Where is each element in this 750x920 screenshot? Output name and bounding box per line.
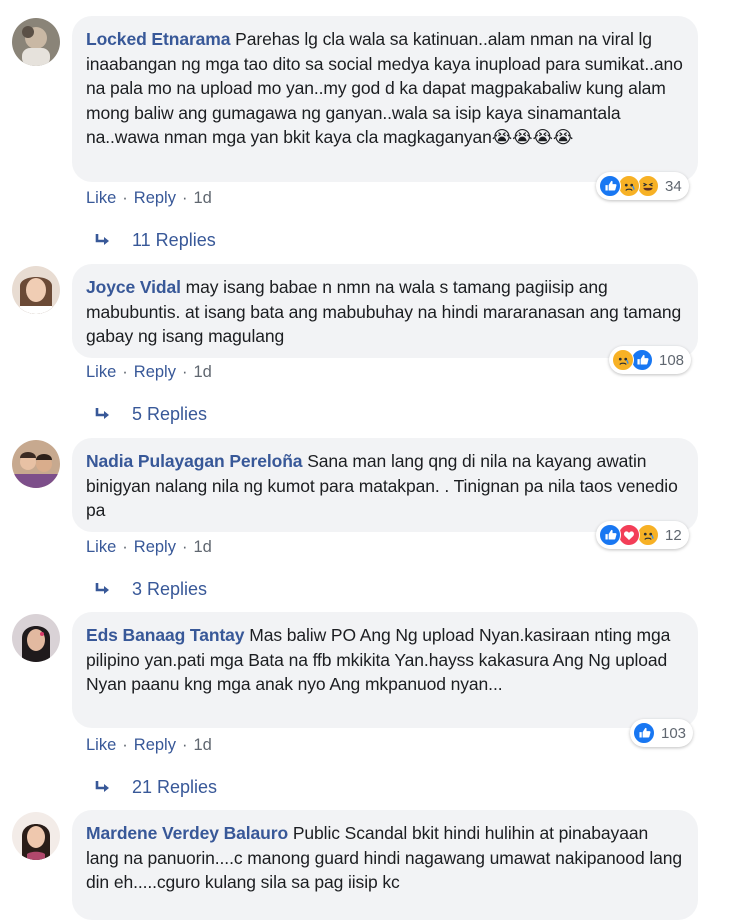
avatar[interactable] [12, 266, 60, 314]
view-replies-link[interactable]: 11 Replies [94, 230, 216, 251]
separator: · [181, 363, 188, 381]
like-icon [599, 175, 621, 197]
like-icon [633, 722, 655, 744]
comment-timestamp[interactable]: 1d [193, 736, 211, 754]
reaction-summary[interactable]: 108 [609, 346, 692, 374]
reply-button[interactable]: Reply [134, 363, 176, 381]
reaction-summary[interactable]: 103 [630, 719, 694, 747]
like-button[interactable]: Like [86, 363, 116, 381]
comment-bubble: Joyce Vidal may isang babae n nmn na wal… [72, 264, 698, 358]
comment-author[interactable]: Joyce Vidal [86, 277, 181, 297]
reaction-count: 12 [665, 526, 682, 544]
reply-button[interactable]: Reply [134, 538, 176, 556]
comment-timestamp[interactable]: 1d [193, 189, 211, 207]
comment-timestamp[interactable]: 1d [193, 363, 211, 381]
replies-count[interactable]: 3 Replies [132, 579, 207, 600]
comment-author[interactable]: Eds Banaag Tantay [86, 625, 245, 645]
comment-bubble: Eds Banaag Tantay Mas baliw PO Ang Ng up… [72, 612, 698, 728]
separator: · [181, 736, 188, 754]
separator: · [122, 189, 128, 207]
comment-actions: Like · Reply · 1d [86, 363, 212, 382]
separator: · [122, 538, 128, 556]
love-icon [618, 524, 640, 546]
comment-bubble: Locked Etnarama Parehas lg cla wala sa k… [72, 16, 698, 182]
view-replies-link[interactable]: 5 Replies [94, 404, 207, 425]
replies-count[interactable]: 5 Replies [132, 404, 207, 425]
reaction-summary[interactable]: 12 [596, 521, 689, 549]
comment-timestamp[interactable]: 1d [193, 538, 211, 556]
like-button[interactable]: Like [86, 538, 116, 556]
separator: · [181, 189, 188, 207]
comment-actions: Like · Reply · 1d [86, 538, 212, 557]
reaction-count: 103 [661, 724, 687, 742]
sad-icon [637, 524, 659, 546]
reply-button[interactable]: Reply [134, 736, 176, 754]
reply-button[interactable]: Reply [134, 189, 176, 207]
like-icon [599, 524, 621, 546]
reply-arrow-icon [95, 407, 109, 419]
sad-icon [618, 175, 640, 197]
comment-actions: Like · Reply · 1d [86, 189, 212, 208]
comment-actions: Like · Reply · 1d [86, 736, 212, 755]
separator: · [181, 538, 188, 556]
sad-icon [612, 349, 634, 371]
reply-arrow-icon [95, 780, 109, 792]
comment-author[interactable]: Locked Etnarama [86, 29, 230, 49]
like-button[interactable]: Like [86, 189, 116, 207]
separator: · [122, 363, 128, 381]
comment-author[interactable]: Mardene Verdey Balauro [86, 823, 288, 843]
avatar[interactable] [12, 440, 60, 488]
avatar[interactable] [12, 18, 60, 66]
view-replies-link[interactable]: 21 Replies [94, 777, 217, 798]
haha-icon [637, 175, 659, 197]
avatar[interactable] [12, 812, 60, 860]
comment-bubble: Mardene Verdey Balauro Public Scandal bk… [72, 810, 698, 920]
replies-count[interactable]: 11 Replies [132, 230, 216, 251]
comment-bubble: Nadia Pulayagan Pereloña Sana man lang q… [72, 438, 698, 532]
avatar[interactable] [12, 614, 60, 662]
reply-arrow-icon [95, 233, 109, 245]
replies-count[interactable]: 21 Replies [132, 777, 217, 798]
reaction-summary[interactable]: 34 [596, 172, 689, 200]
reply-arrow-icon [95, 582, 109, 594]
view-replies-link[interactable]: 3 Replies [94, 579, 207, 600]
reaction-count: 34 [665, 177, 682, 195]
reaction-count: 108 [659, 351, 685, 369]
separator: · [122, 736, 128, 754]
like-icon [631, 349, 653, 371]
like-button[interactable]: Like [86, 736, 116, 754]
comment-author[interactable]: Nadia Pulayagan Pereloña [86, 451, 303, 471]
